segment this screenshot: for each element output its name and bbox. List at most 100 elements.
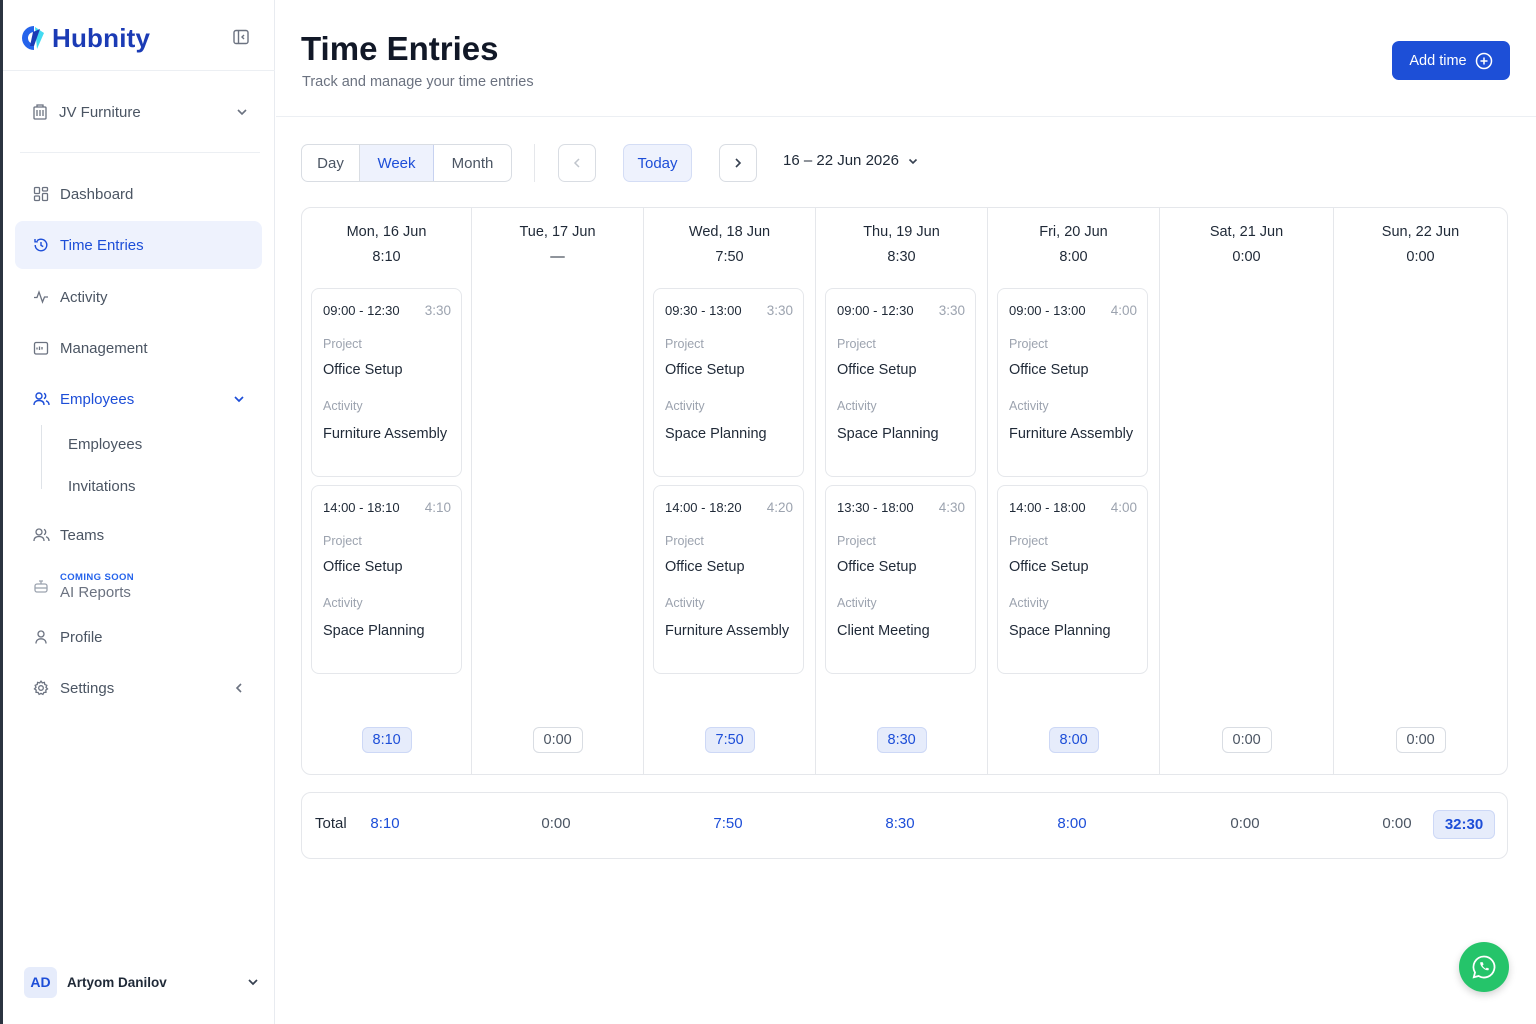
view-week-button[interactable]: Week [360, 145, 434, 181]
day-label: Sat, 21 Jun [1209, 224, 1284, 240]
time-entry-card[interactable]: 09:30 - 13:00 3:30 Project Office Setup Acti… [653, 288, 804, 477]
org-name: JV Furniture [59, 103, 141, 121]
sidebar-item-ai-reports[interactable]: COMING SOON AI Reports [15, 562, 262, 610]
total-value: 8:10 [370, 815, 400, 832]
entry-duration: 3:30 [424, 303, 451, 318]
plus-circle-icon [1475, 52, 1492, 69]
entry-duration: 4:30 [938, 500, 965, 515]
day-column-tue-17-jun: Tue, 17 Jun — 0:00 [472, 208, 644, 774]
sidebar-subitem-employees[interactable]: Employees [68, 436, 142, 453]
entry-time-range: 09:30 - 13:00 [665, 303, 742, 318]
day-column-sat-21-jun: Sat, 21 Jun 0:00 0:00 [1160, 208, 1334, 774]
day-label: Sun, 22 Jun [1381, 224, 1460, 240]
sidebar-item-employees[interactable]: Employees [15, 375, 262, 423]
entry-project-label: Project [665, 534, 704, 548]
day-label: Thu, 19 Jun [863, 224, 940, 240]
chevron-down-icon [248, 979, 258, 986]
day-hours: 8:30 [887, 249, 916, 265]
sidebar-item-dashboard[interactable]: Dashboard [15, 170, 262, 218]
hubnity-logo-icon [22, 26, 44, 50]
time-entry-card[interactable]: 09:00 - 13:00 4:00 Project Office Setup Acti… [997, 288, 1148, 477]
sidebar-item-label: Time Entries [60, 236, 144, 254]
entry-activity-label: Activity [837, 596, 877, 610]
page-subtitle: Track and manage your time entries [302, 74, 534, 90]
entry-activity-label: Activity [665, 596, 705, 610]
entry-time-range: 13:30 - 18:00 [837, 500, 914, 515]
view-day-button[interactable]: Day [302, 145, 360, 181]
entry-project: Office Setup [1009, 559, 1089, 575]
sidebar-item-settings[interactable]: Settings [15, 664, 262, 712]
view-month-button[interactable]: Month [434, 145, 511, 181]
entry-project-label: Project [323, 534, 362, 548]
day-total-badge: 0:00 [532, 727, 583, 753]
day-total-badge: 8:00 [1048, 727, 1099, 753]
sidebar-item-time-entries[interactable]: Time Entries [15, 221, 262, 269]
entry-time-range: 09:00 - 12:30 [837, 303, 914, 318]
entry-activity: Furniture Assembly [665, 623, 790, 639]
entry-project-label: Project [1009, 534, 1048, 548]
divider [276, 116, 1536, 117]
day-header: Tue, 17 Jun — [472, 224, 643, 265]
day-header: Mon, 16 Jun 8:10 [302, 224, 471, 265]
chevron-left-icon [573, 158, 580, 168]
sidebar-item-label: Dashboard [60, 185, 134, 203]
add-time-button[interactable]: Add time [1392, 41, 1510, 80]
sidebar-subitem-invitations[interactable]: Invitations [68, 478, 136, 495]
date-range-picker[interactable]: 16 – 22 Jun 2026 [783, 152, 919, 169]
day-total-badge: 8:10 [361, 727, 412, 753]
whatsapp-chat-button[interactable] [1459, 942, 1509, 992]
entry-activity: Space Planning [1009, 623, 1111, 639]
entry-project: Office Setup [665, 362, 745, 378]
day-label: Fri, 20 Jun [1039, 224, 1108, 240]
sidebar-item-activity[interactable]: Activity [15, 273, 262, 321]
date-range-label: 16 – 22 Jun 2026 [783, 152, 899, 169]
time-entry-card[interactable]: 14:00 - 18:10 4:10 Project Office Setup Acti… [311, 485, 462, 674]
sidebar-item-profile[interactable]: Profile [15, 613, 262, 661]
day-column-sun-22-jun: Sun, 22 Jun 0:00 0:00 [1334, 208, 1507, 774]
sidebar-item-label: Management [60, 339, 148, 357]
day-header: Sun, 22 Jun 0:00 [1334, 224, 1507, 265]
day-header: Fri, 20 Jun 8:00 [988, 224, 1159, 265]
entry-project-label: Project [837, 337, 876, 351]
entry-activity: Furniture Assembly [323, 426, 448, 442]
time-entry-card[interactable]: 13:30 - 18:00 4:30 Project Office Setup Acti… [825, 485, 976, 674]
sidebar-item-label: Employees [60, 390, 135, 408]
brand-logo[interactable]: Hubnity [20, 20, 150, 56]
entry-duration: 4:00 [1110, 303, 1137, 318]
add-time-label: Add time [1409, 52, 1467, 69]
day-hours: — [550, 249, 565, 265]
users-icon [32, 390, 50, 408]
sidebar-collapse-icon[interactable] [232, 28, 250, 46]
today-button[interactable]: Today [623, 144, 692, 182]
time-entry-card[interactable]: 09:00 - 12:30 3:30 Project Office Setup Acti… [825, 288, 976, 477]
entry-project: Office Setup [323, 362, 403, 378]
chevron-left-icon [230, 679, 248, 697]
org-switcher[interactable]: JV Furniture [31, 98, 249, 126]
day-header: Thu, 19 Jun 8:30 [816, 224, 987, 265]
prev-week-button[interactable] [558, 144, 596, 182]
entry-project: Office Setup [837, 362, 917, 378]
entry-duration: 3:30 [766, 303, 793, 318]
day-column-thu-19-jun: Thu, 19 Jun 8:30 09:00 - 12:30 3:30 Project O… [816, 208, 988, 774]
day-column-fri-20-jun: Fri, 20 Jun 8:00 09:00 - 13:00 4:00 Project O… [988, 208, 1160, 774]
day-column-wed-18-jun: Wed, 18 Jun 7:50 09:30 - 13:00 3:30 Project O… [644, 208, 816, 774]
main-content: Time Entries Track and manage your time … [276, 0, 1536, 1024]
sidebar-item-management[interactable]: Management [15, 324, 262, 372]
day-label: Tue, 17 Jun [519, 224, 596, 240]
day-hours: 8:10 [372, 249, 401, 265]
next-week-button[interactable] [719, 144, 757, 182]
chevron-right-icon [735, 158, 742, 168]
time-entry-card[interactable]: 14:00 - 18:00 4:00 Project Office Setup Acti… [997, 485, 1148, 674]
entry-project-label: Project [323, 337, 362, 351]
user-menu[interactable]: AD Artyom Danilov [24, 966, 260, 998]
total-value: 8:00 [1057, 815, 1087, 832]
time-entry-card[interactable]: 14:00 - 18:20 4:20 Project Office Setup Acti… [653, 485, 804, 674]
total-value: 0:00 [1382, 815, 1412, 832]
time-entry-card[interactable]: 09:00 - 12:30 3:30 Project Office Setup Acti… [311, 288, 462, 477]
entry-time-range: 14:00 - 18:10 [323, 500, 400, 515]
entry-activity: Space Planning [837, 426, 939, 442]
entry-time-range: 14:00 - 18:00 [1009, 500, 1086, 515]
divider [3, 70, 275, 71]
day-hours: 0:00 [1232, 249, 1261, 265]
sidebar-item-teams[interactable]: Teams [15, 511, 262, 559]
